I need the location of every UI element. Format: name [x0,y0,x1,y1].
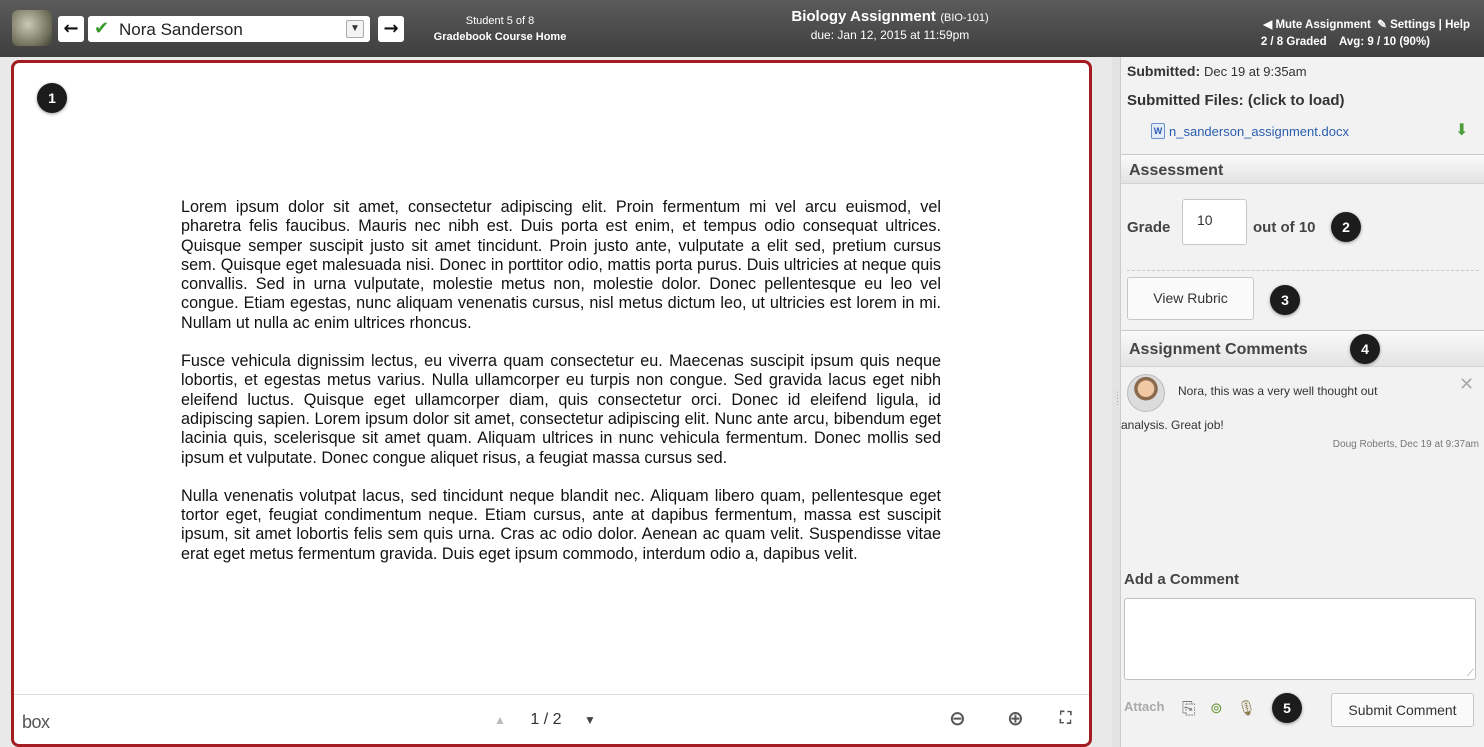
comment-text-line-1: Nora, this was a very well thought out [1178,384,1378,398]
checkmark-icon: ✔ [94,18,110,39]
comments-list: Nora, this was a very well thought out ✕… [1121,368,1484,560]
gradebook-link[interactable]: Gradebook [434,31,492,43]
submitted-date: Dec 19 at 9:35am [1204,64,1307,79]
wrench-settings-icon[interactable]: ✎ [1377,19,1387,31]
student-position-info: Student 5 of 8 Gradebook Course Home [400,13,600,45]
comment-text-line-2: analysis. Great job! [1121,418,1224,432]
document-paragraph: Lorem ipsum dolor sit amet, consectetur … [181,198,941,332]
settings-link[interactable]: Settings [1390,19,1435,31]
callout-badge-4: 4 [1350,334,1380,364]
assessment-header: Assessment [1121,154,1484,184]
zoom-in-icon[interactable]: ⊕ [1007,708,1024,728]
course-home-link[interactable]: Course Home [495,31,567,43]
fullscreen-icon[interactable]: ⛶ [1060,708,1071,728]
chevron-down-icon[interactable]: ▼ [346,20,364,38]
callout-badge-2: 2 [1331,212,1361,242]
grade-input[interactable]: 10 [1182,199,1247,245]
assignment-code: (BIO-101) [940,12,989,24]
resize-grip-icon[interactable]: ⟋ [1467,669,1474,679]
next-page-arrow-icon[interactable]: ▼ [584,713,596,727]
mute-assignment-link[interactable]: Mute Assignment [1275,19,1370,31]
assignment-actions: ◀ Mute Assignment ✎ Settings | Help 2 / … [1260,19,1470,48]
document-paragraph: Fusce vehicula dignissim lectus, eu vive… [181,352,941,467]
document-body: Lorem ipsum dolor sit amet, consectetur … [181,198,941,583]
panel-resize-handle[interactable]: ⋮ ⋮ [1112,57,1122,747]
student-select[interactable]: ✔ Nora Sanderson ▼ [88,16,370,42]
grade-average: Avg: 9 / 10 (90%) [1339,36,1430,48]
attach-label: Attach [1124,699,1165,714]
callout-badge-3: 3 [1270,285,1300,315]
commenter-avatar [1127,374,1165,412]
submitted-file-link[interactable]: n_sanderson_assignment.docx [1169,124,1349,139]
document-paragraph: Nulla venenatis volutpat lacus, sed tinc… [181,486,941,563]
page-navigator: ▲ 1 / 2 ▼ [494,711,596,729]
submitted-files-label: Submitted Files: (click to load) [1127,92,1345,109]
comment-meta: Doug Roberts, Dec 19 at 9:37am [1332,439,1479,450]
zoom-out-icon[interactable]: ⊖ [949,708,966,728]
box-logo: box [22,712,50,732]
add-comment-label: Add a Comment [1124,571,1240,588]
view-rubric-button[interactable]: View Rubric [1127,277,1254,320]
record-media-icon[interactable]: ⊚ [1210,699,1223,717]
callout-badge-1: 1 [37,83,67,113]
comment-textarea[interactable]: ⟋ [1124,598,1476,680]
submission-date: Submitted: Dec 19 at 9:35am [1127,63,1307,79]
student-name: Nora Sanderson [119,20,243,39]
avatar-logo-icon[interactable] [12,10,52,46]
voice-comment-microphone-icon[interactable]: 🎙 [1237,699,1256,717]
previous-student-arrow-icon[interactable]: ← [58,16,84,42]
graded-count: 2 / 8 Graded [1260,36,1327,48]
student-position: Student 5 of 8 [465,15,535,27]
document-viewer: 1 Lorem ipsum dolor sit amet, consectetu… [11,60,1092,747]
top-toolbar: ← ✔ Nora Sanderson ▼ → Student 5 of 8 Gr… [0,0,1484,57]
word-document-icon: W [1151,123,1165,139]
submitted-label: Submitted: [1127,63,1201,79]
speaker-mute-icon[interactable]: ◀ [1263,19,1272,31]
submit-comment-button[interactable]: Submit Comment [1331,693,1474,727]
download-icon[interactable]: ⬇ [1455,120,1468,140]
page-indicator: 1 / 2 [530,711,562,728]
divider [1127,270,1479,271]
previous-page-arrow-icon[interactable]: ▲ [494,713,506,727]
out-of-label: out of 10 [1253,219,1316,236]
assignment-title[interactable]: Biology Assignment [791,8,935,25]
grading-sidebar: Submitted: Dec 19 at 9:35am Submitted Fi… [1120,57,1484,747]
due-date: due: Jan 12, 2015 at 11:59pm [810,28,970,42]
delete-comment-close-icon[interactable]: ✕ [1459,374,1474,395]
assignment-comments-header: Assignment Comments [1121,330,1484,367]
attach-file-icon[interactable]: ⎘ [1182,699,1196,719]
help-link[interactable]: Help [1445,19,1470,31]
callout-badge-5: 5 [1272,693,1302,723]
grade-label: Grade [1127,219,1171,236]
viewer-footer: box ▲ 1 / 2 ▼ ⊖ ⊕ ⛶ [14,694,1089,744]
assignment-info: Biology Assignment (BIO-101) due: Jan 12… [700,8,1080,44]
